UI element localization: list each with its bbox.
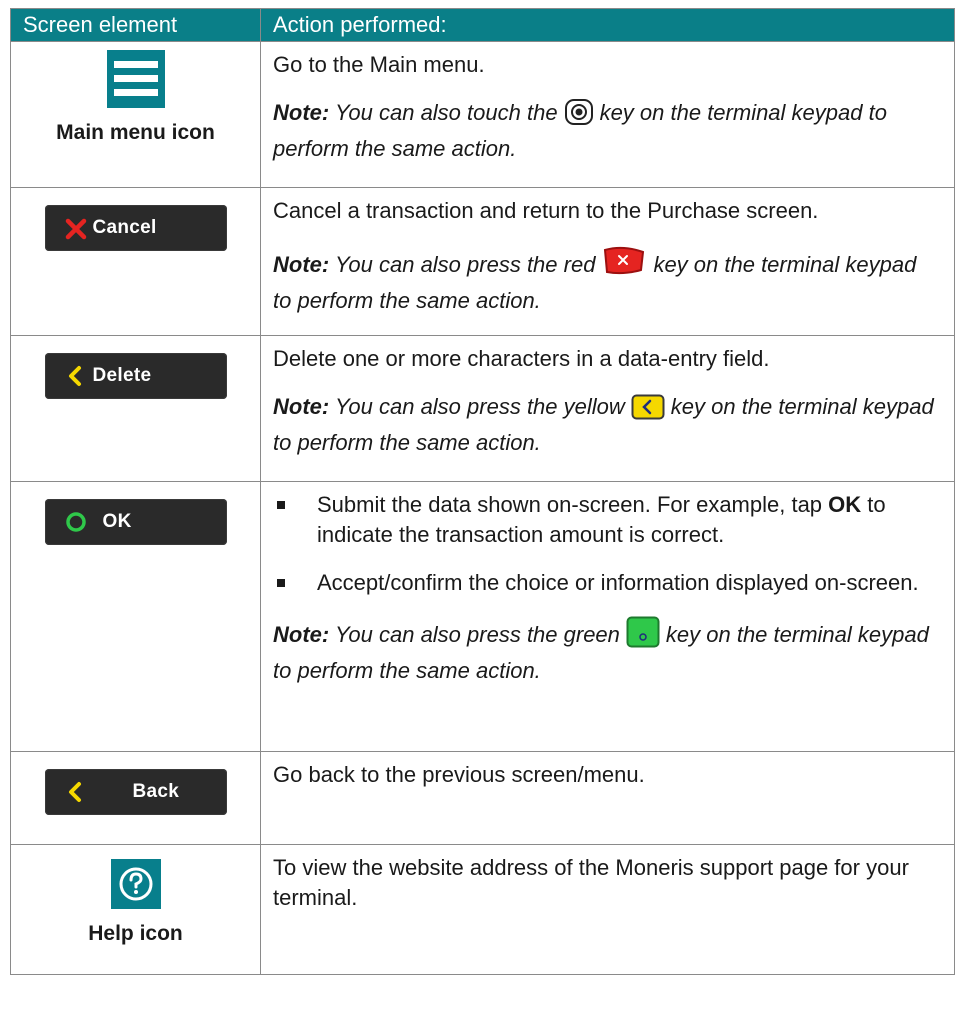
delete-button-image: Delete bbox=[44, 353, 227, 399]
list-item: Submit the data shown on-screen. For exa… bbox=[273, 490, 940, 550]
element-cell: OK bbox=[10, 481, 261, 752]
element-cell: Cancel bbox=[10, 187, 261, 336]
yellow-chevron-left-icon bbox=[63, 778, 89, 806]
green-ok-key-icon bbox=[626, 616, 660, 656]
red-x-icon bbox=[63, 214, 89, 242]
action-cell: Submit the data shown on-screen. For exa… bbox=[260, 481, 955, 752]
button-label: Cancel bbox=[92, 217, 157, 238]
action-bullet-list: Submit the data shown on-screen. For exa… bbox=[273, 490, 940, 598]
action-cell: Go to the Main menu. Note: You can also … bbox=[260, 41, 955, 188]
button-label: Back bbox=[132, 781, 180, 802]
action-cell: Cancel a transaction and return to the P… bbox=[260, 187, 955, 336]
table-row: Delete Delete one or more characters in … bbox=[10, 335, 955, 482]
action-cell: Delete one or more characters in a data-… bbox=[260, 335, 955, 482]
table-row: Back Go back to the previous screen/menu… bbox=[10, 751, 955, 845]
table-row: Cancel Cancel a transaction and return t… bbox=[10, 187, 955, 336]
action-text: Go back to the previous screen/menu. bbox=[273, 762, 645, 787]
question-mark-icon bbox=[110, 859, 161, 909]
element-cell: Back bbox=[10, 751, 261, 845]
note-text: Note: You can also press the yellow key o… bbox=[273, 394, 934, 455]
back-button-image: Back bbox=[44, 769, 227, 815]
table-row: Main menu icon Go to the Main menu. Note… bbox=[10, 41, 955, 188]
yellow-chevron-left-icon bbox=[63, 362, 89, 390]
action-text: Cancel a transaction and return to the P… bbox=[273, 198, 819, 223]
action-text: Go to the Main menu. bbox=[273, 52, 485, 77]
element-label: Main menu icon bbox=[56, 121, 215, 144]
note-text: Note: You can also press the green key on… bbox=[273, 616, 940, 686]
table-header-row: Screen element Action performed: bbox=[10, 8, 955, 42]
element-cell: Help icon bbox=[10, 844, 261, 975]
header-screen-element: Screen element bbox=[10, 8, 261, 42]
table-row: Help icon To view the website address of… bbox=[10, 844, 955, 975]
circle-dot-key-icon bbox=[564, 98, 594, 134]
cancel-button-image: Cancel bbox=[44, 205, 227, 251]
note-text: Note: You can also touch the key on the t… bbox=[273, 98, 887, 161]
element-label: Help icon bbox=[88, 922, 183, 945]
action-cell: Go back to the previous screen/menu. bbox=[260, 751, 955, 845]
element-cell: Main menu icon bbox=[10, 41, 261, 188]
header-action-performed: Action performed: bbox=[260, 8, 955, 42]
red-cancel-key-icon bbox=[601, 244, 647, 286]
table-row: OK Submit the data shown on-screen. For … bbox=[10, 481, 955, 752]
hamburger-menu-icon bbox=[106, 50, 165, 108]
screen-elements-table: Screen element Action performed: Main me… bbox=[10, 8, 955, 975]
button-label: Delete bbox=[92, 365, 152, 386]
ok-button-image: OK bbox=[44, 499, 227, 545]
note-text: Note: You can also press the red key on t… bbox=[273, 244, 940, 316]
action-text: Delete one or more characters in a data-… bbox=[273, 346, 770, 371]
action-text: To view the website address of the Moner… bbox=[273, 855, 909, 910]
yellow-delete-key-icon bbox=[631, 394, 665, 428]
button-label: OK bbox=[102, 511, 132, 532]
action-cell: To view the website address of the Moner… bbox=[260, 844, 955, 975]
list-item: Accept/confirm the choice or information… bbox=[273, 568, 940, 598]
green-circle-icon bbox=[63, 508, 89, 536]
element-cell: Delete bbox=[10, 335, 261, 482]
